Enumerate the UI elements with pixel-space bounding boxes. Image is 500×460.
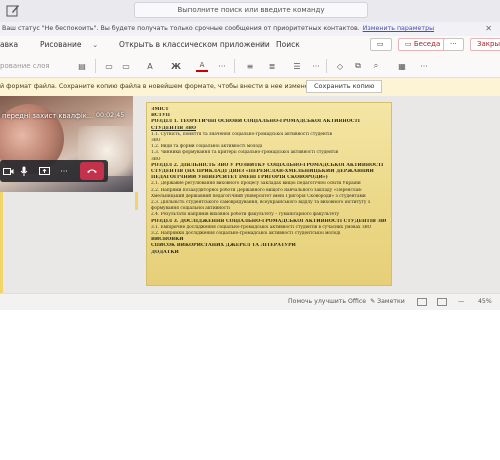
bullets-icon[interactable]: ≡ — [244, 60, 256, 72]
shapes-icon[interactable]: ◇ — [334, 60, 346, 72]
find-icon[interactable]: ⌕ — [370, 60, 382, 72]
status-bar: Помочь улучшить Office ✎ Заметки — 45% — [0, 293, 500, 310]
toc-line: РОЗДІЛ 3. ДОСЛІДЖЕННЯ СОЦІАЛЬНО-ГРОМАДСЬ… — [151, 218, 386, 224]
bold-icon[interactable]: Ж — [170, 60, 182, 72]
zoom-level[interactable]: 45% — [478, 298, 492, 305]
meeting-timer: 00:02:45 — [96, 112, 125, 119]
toc-line: РОЗДІЛ 1. ТЕОРЕТИЧНІ ОСНОВИ СОЦІАЛЬНО-ГР… — [151, 119, 360, 125]
numbering-icon[interactable]: ≣ — [266, 60, 278, 72]
toc-line: 2.2. Напрями позааудиторної роботи Держа… — [151, 187, 363, 193]
search-input[interactable]: Выполните поиск или введите команду — [134, 2, 368, 18]
toc-line: 2.1. Державне регулювання виховного проц… — [151, 181, 361, 187]
chat-icon[interactable]: ▭ — [370, 38, 392, 51]
designer-icon[interactable]: ▦ — [396, 60, 408, 72]
camera-icon[interactable] — [2, 165, 14, 177]
chevron-down-icon[interactable]: ⌄ — [92, 40, 98, 49]
font-color-icon[interactable]: A — [196, 60, 208, 72]
notes-label: Заметки — [377, 298, 405, 305]
lightbulb-icon: ♡ — [259, 40, 266, 49]
more-paragraph-icon[interactable]: ··· — [310, 60, 322, 72]
zoom-out-icon[interactable]: — — [458, 298, 464, 305]
improve-office-link[interactable]: Помочь улучшить Office — [288, 298, 366, 305]
align-icon[interactable]: ☰ — [291, 60, 303, 72]
notification-text: Ваш статус "Не беспокоить". Вы будете по… — [2, 25, 360, 32]
close-icon[interactable]: ✕ — [485, 22, 492, 36]
teams-window: Выполните поиск или введите команду Ваш … — [0, 0, 500, 310]
layout-icon[interactable]: ▤ — [76, 60, 88, 72]
menu-insert[interactable]: авка — [0, 40, 18, 49]
font-grow-icon[interactable]: A — [144, 60, 156, 72]
menu-draw[interactable]: Рисование — [40, 40, 82, 49]
old-format-warning: й формат файла. Сохраните копию файла в … — [0, 78, 500, 96]
more-actions-icon[interactable]: ··· — [58, 165, 70, 177]
change-settings-link[interactable]: Изменить параметры — [363, 25, 434, 32]
toc-line: ДОДАТКИ — [151, 249, 179, 255]
slide-thumbnail[interactable] — [135, 192, 138, 210]
font-name-icon[interactable]: ▭ — [103, 60, 115, 72]
close-button[interactable]: Закры — [470, 38, 500, 51]
call-controls: ··· — [0, 160, 108, 182]
font-size-icon[interactable]: ▭ — [120, 60, 132, 72]
notes-toggle[interactable]: ✎ Заметки — [370, 298, 405, 305]
document-page[interactable]: ЗМІСТ ВСТУП РОЗДІЛ 1. ТЕОРЕТИЧНІ ОСНОВИ СО… — [146, 102, 392, 286]
conversation-label: Беседа — [413, 40, 441, 48]
more-font-icon[interactable]: ··· — [216, 60, 228, 72]
microphone-icon[interactable] — [18, 165, 30, 177]
slide-sorter-icon[interactable] — [437, 298, 447, 306]
tell-me-search[interactable]: Поиск — [276, 40, 300, 49]
compose-icon[interactable] — [6, 4, 20, 17]
share-screen-icon[interactable] — [38, 165, 50, 177]
format-painter-button[interactable]: рование слоя — [0, 60, 70, 72]
hang-up-button[interactable] — [80, 162, 104, 180]
save-copy-button[interactable]: Сохранить копию — [306, 80, 383, 93]
conversation-button[interactable]: ▭ Беседа — [398, 38, 448, 51]
warning-text: й формат файла. Сохраните копию файла в … — [0, 83, 323, 90]
dnd-notification-bar: Ваш статус "Не беспокоить". Вы будете по… — [0, 22, 500, 36]
open-desktop-app[interactable]: Открыть в классическом приложении — [119, 40, 270, 49]
menu-bar: авка Рисование ⌄ Открыть в классическом … — [0, 36, 500, 54]
normal-view-icon[interactable] — [417, 298, 427, 306]
meeting-video-tile[interactable]: передні захист квалфік... 00:02:45 ··· — [0, 96, 133, 192]
ribbon-toolbar: рование слоя ▤ ▭ ▭ A Ж A ··· ≡ ≣ ☰ ··· ◇… — [0, 54, 500, 78]
title-bar: Выполните поиск или введите команду — [0, 0, 500, 22]
arrange-icon[interactable]: ⧉ — [352, 60, 364, 72]
meeting-title: передні захист квалфік... — [2, 112, 94, 120]
more-ribbon-icon[interactable]: ··· — [418, 60, 430, 72]
more-options-button[interactable]: ··· — [443, 38, 464, 51]
